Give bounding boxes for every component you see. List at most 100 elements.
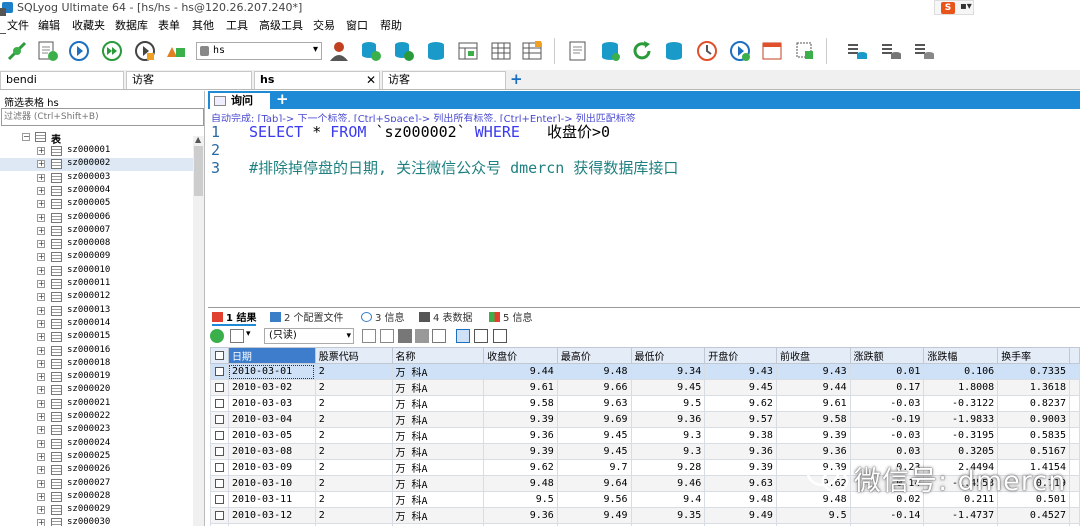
duplicate-row-icon[interactable] <box>380 329 394 343</box>
tree-node-table[interactable]: + sz000016 <box>0 345 193 358</box>
column-header[interactable]: 最高价 <box>556 347 632 364</box>
tab-query[interactable]: 询问 <box>210 93 270 109</box>
tab-result[interactable]: 1 结果 <box>212 309 257 326</box>
column-header[interactable]: 名称 <box>391 347 485 364</box>
menu-window[interactable]: 窗口 <box>346 17 368 33</box>
export-database-icon[interactable] <box>879 39 903 63</box>
table-cell[interactable]: 2 <box>314 395 393 412</box>
table-cell[interactable]: 9.62 <box>704 395 777 412</box>
table-cell[interactable]: 9.36 <box>483 427 558 444</box>
expand-icon[interactable]: + <box>37 506 45 515</box>
expand-icon[interactable]: + <box>37 147 45 155</box>
expand-icon[interactable]: + <box>37 333 45 342</box>
table-cell[interactable]: 9.5 <box>483 491 558 508</box>
new-query-icon[interactable] <box>36 39 60 63</box>
table-cell[interactable]: 9.44 <box>483 363 558 380</box>
table-cell[interactable]: 2010-03-09 <box>227 459 316 476</box>
table-cell[interactable]: 1.3618 <box>997 379 1070 396</box>
table-cell[interactable]: 9.39 <box>704 459 777 476</box>
new-connection-tab-button[interactable]: + <box>510 70 523 88</box>
collapse-icon[interactable]: − <box>22 133 30 141</box>
table-cell[interactable]: 0.4527 <box>997 507 1070 524</box>
expand-icon[interactable]: + <box>37 466 45 475</box>
table-cell[interactable]: 9.62 <box>483 459 558 476</box>
cancel-changes-icon[interactable] <box>432 329 446 343</box>
grid-view-icon[interactable] <box>456 329 470 343</box>
connection-tab-hs[interactable]: hs ✕ <box>254 71 380 89</box>
import-database-icon[interactable] <box>424 39 448 63</box>
table-cell[interactable]: 9.69 <box>556 411 632 428</box>
table-cell[interactable]: 万 科A <box>391 491 485 508</box>
table-cell[interactable]: 2 <box>314 475 393 492</box>
table-cell[interactable]: 9.56 <box>556 491 632 508</box>
table-cell[interactable]: 9.61 <box>483 379 558 396</box>
form-view-icon[interactable] <box>474 329 488 343</box>
table-cell[interactable]: 9.48 <box>704 491 777 508</box>
table-cell[interactable]: 9.63 <box>556 395 632 412</box>
checkbox[interactable] <box>214 510 224 520</box>
scroll-up-icon[interactable]: ▲ <box>195 135 201 144</box>
table-cell[interactable]: 0.8237 <box>997 395 1070 412</box>
ime-indicator[interactable]: S ▪▾ <box>934 0 974 15</box>
table-cell[interactable]: -1.4737 <box>923 507 999 524</box>
checkbox[interactable] <box>214 366 224 376</box>
execute-query-icon[interactable] <box>67 39 91 63</box>
table-cell[interactable]: 9.3 <box>630 443 706 460</box>
expand-icon[interactable]: + <box>37 319 45 328</box>
table-cell[interactable]: 9.61 <box>775 395 851 412</box>
user-manager-icon[interactable] <box>327 39 351 63</box>
table-cell[interactable]: 万 科A <box>391 363 485 380</box>
table-cell[interactable]: 0.7335 <box>997 363 1070 380</box>
select-all-checkbox-cell[interactable] <box>210 347 229 364</box>
tree-node-table[interactable]: + sz000022 <box>0 411 193 424</box>
expand-icon[interactable]: + <box>37 226 45 235</box>
table-cell[interactable]: 9.28 <box>630 459 706 476</box>
code-line[interactable]: 1 SELECT * FROM `sz000002` WHERE 收盘价>0 <box>211 122 610 142</box>
table-cell[interactable]: 9.5 <box>775 507 851 524</box>
connection-tab-guest[interactable]: 访客 <box>126 71 252 89</box>
table-cell[interactable]: 9.58 <box>483 395 558 412</box>
table-cell[interactable]: -0.3195 <box>923 427 999 444</box>
table-cell[interactable]: 2010-03-04 <box>227 411 316 428</box>
table-cell[interactable]: 0.17 <box>849 379 925 396</box>
expand-icon[interactable]: + <box>37 266 45 275</box>
table-cell[interactable]: 9.36 <box>704 443 777 460</box>
connect-icon[interactable] <box>5 39 29 63</box>
tree-node-table[interactable]: + sz000014 <box>0 318 193 331</box>
expand-icon[interactable]: + <box>37 306 45 315</box>
table-cell[interactable]: 9.3 <box>630 427 706 444</box>
menu-help[interactable]: 帮助 <box>380 17 402 33</box>
checkbox[interactable] <box>214 382 224 392</box>
table-row[interactable]: 2010-03-05 2 万 科A 9.36 9.45 9.3 9.38 9.39 -0.03-… <box>210 427 1080 444</box>
table-cell[interactable]: 万 科A <box>391 507 485 524</box>
expand-icon[interactable]: + <box>37 173 45 182</box>
table-cell[interactable]: 0.5835 <box>997 427 1070 444</box>
checkbox[interactable] <box>214 398 224 408</box>
notification-icon[interactable] <box>760 39 784 63</box>
expand-icon[interactable]: + <box>37 359 45 368</box>
table-cell[interactable]: 9.36 <box>630 411 706 428</box>
row-checkbox-cell[interactable] <box>210 443 229 460</box>
row-checkbox-cell[interactable] <box>210 411 229 428</box>
save-icon[interactable] <box>398 329 412 343</box>
expand-icon[interactable]: + <box>37 399 45 408</box>
column-header[interactable]: 换手率 <box>997 347 1070 364</box>
table-cell[interactable]: 万 科A <box>391 427 485 444</box>
execute-edit-icon[interactable] <box>133 39 157 63</box>
checkbox[interactable] <box>214 494 224 504</box>
table-cell[interactable]: -1.9833 <box>923 411 999 428</box>
tab-messages[interactable]: 5 信息 <box>489 309 533 324</box>
expand-icon[interactable]: + <box>37 386 45 395</box>
row-checkbox-cell[interactable] <box>210 379 229 396</box>
table-cell[interactable]: 9.46 <box>630 475 706 492</box>
table-cell[interactable]: 9.45 <box>556 443 632 460</box>
table-cell[interactable]: 0.106 <box>923 363 999 380</box>
column-header[interactable]: 涨跌额 <box>849 347 925 364</box>
ime-menu-icon[interactable]: ▪▾ <box>960 1 972 12</box>
table-row[interactable]: 2010-03-04 2 万 科A 9.39 9.69 9.36 9.57 9.58 -0.19… <box>210 411 1080 428</box>
table-cell[interactable]: 2 <box>314 411 393 428</box>
column-header[interactable]: 涨跌幅 <box>923 347 999 364</box>
menu-database[interactable]: 数据库 <box>115 17 148 33</box>
table-cell[interactable]: -0.3122 <box>923 395 999 412</box>
row-checkbox-cell[interactable] <box>210 363 229 380</box>
